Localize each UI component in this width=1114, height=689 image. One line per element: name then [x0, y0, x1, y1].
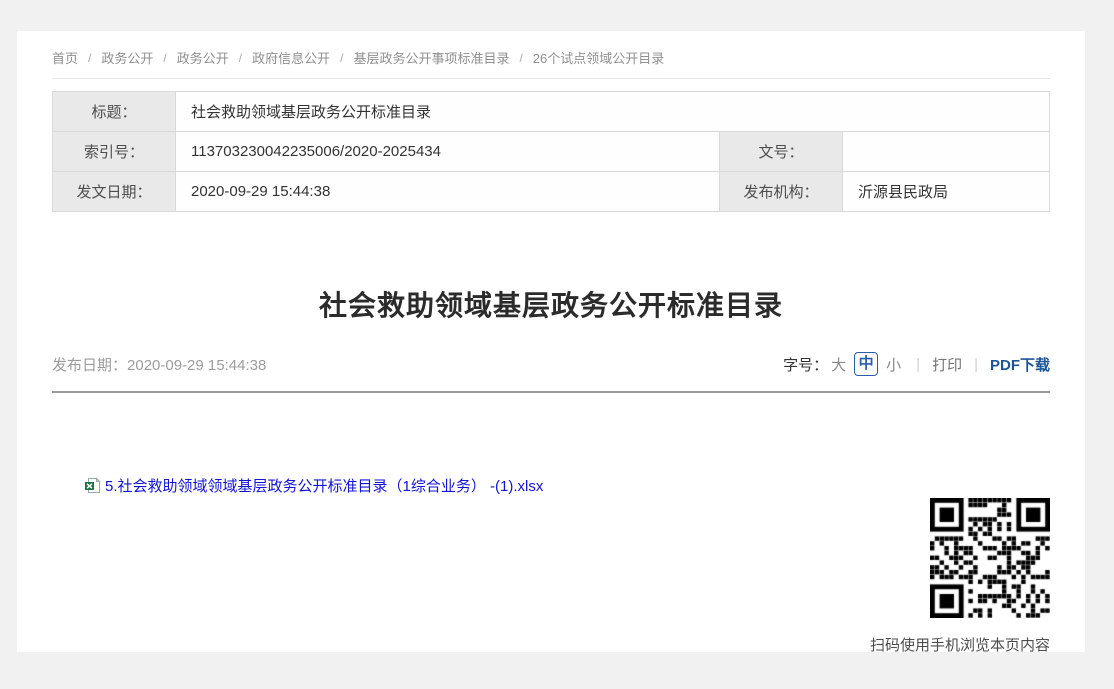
- breadcrumb-separator: /: [340, 51, 343, 65]
- print-button[interactable]: 打印: [932, 354, 962, 375]
- content-divider: [52, 391, 1050, 393]
- article-toolbar: 字号： 大 中 小 | 打印 | PDF下载: [783, 352, 1050, 376]
- page-title: 社会救助领域基层政务公开标准目录: [52, 284, 1050, 324]
- table-row: 发文日期： 2020-09-29 15:44:38 发布机构： 沂源县民政局: [53, 172, 1050, 212]
- toolbar-separator: |: [916, 356, 920, 373]
- breadcrumb-item-home[interactable]: 首页: [52, 48, 78, 67]
- font-size-small-button[interactable]: 小: [886, 354, 901, 375]
- font-size-label: 字号：: [783, 354, 828, 375]
- doc-number-value: [843, 132, 1050, 172]
- toolbar-separator: |: [974, 356, 978, 373]
- attachment-filename[interactable]: 5.社会救助领域领域基层政务公开标准目录（1综合业务） -(1).xlsx: [105, 475, 543, 496]
- breadcrumb: 首页 / 政务公开 / 政务公开 / 政府信息公开 / 基层政务公开事项标准目录…: [52, 31, 1050, 67]
- pdf-download-button[interactable]: PDF下载: [990, 354, 1050, 375]
- font-size-large-button[interactable]: 大: [831, 354, 846, 375]
- excel-file-icon[interactable]: [84, 477, 101, 494]
- article-meta-row: 发布日期：2020-09-29 15:44:38 字号： 大 中 小 | 打印 …: [52, 352, 1050, 376]
- index-number-value: 113703230042235006/2020-2025434: [176, 132, 720, 172]
- doc-number-label: 文号：: [720, 132, 843, 172]
- issue-date-label: 发文日期：: [53, 172, 176, 212]
- breadcrumb-divider: [52, 78, 1050, 79]
- publisher-label: 发布机构：: [720, 172, 843, 212]
- breadcrumb-item-pilot-catalog[interactable]: 26个试点领域公开目录: [533, 48, 664, 67]
- breadcrumb-item-zwgk-2[interactable]: 政务公开: [177, 48, 229, 67]
- breadcrumb-separator: /: [163, 51, 166, 65]
- qr-code: [930, 498, 1050, 618]
- title-value: 社会救助领域基层政务公开标准目录: [176, 92, 1050, 132]
- table-row: 索引号： 113703230042235006/2020-2025434 文号：: [53, 132, 1050, 172]
- breadcrumb-separator: /: [239, 51, 242, 65]
- breadcrumb-separator: /: [519, 51, 522, 65]
- publish-date-label: 发布日期：: [52, 357, 127, 374]
- breadcrumb-item-gov-info[interactable]: 政府信息公开: [252, 48, 330, 67]
- issue-date-value: 2020-09-29 15:44:38: [176, 172, 720, 212]
- qr-caption: 扫码使用手机浏览本页内容: [870, 634, 1050, 655]
- breadcrumb-item-zwgk-1[interactable]: 政务公开: [101, 48, 153, 67]
- document-meta-table: 标题： 社会救助领域基层政务公开标准目录 索引号： 11370323004223…: [52, 91, 1050, 212]
- publish-date: 发布日期：2020-09-29 15:44:38: [52, 354, 266, 375]
- breadcrumb-separator: /: [88, 51, 91, 65]
- publisher-value: 沂源县民政局: [843, 172, 1050, 212]
- breadcrumb-item-standard-catalog[interactable]: 基层政务公开事项标准目录: [353, 48, 509, 67]
- publish-date-value: 2020-09-29 15:44:38: [127, 357, 266, 374]
- attachment-row: 5.社会救助领域领域基层政务公开标准目录（1综合业务） -(1).xlsx: [84, 475, 1050, 496]
- index-number-label: 索引号：: [53, 132, 176, 172]
- attachment-link[interactable]: 5.社会救助领域领域基层政务公开标准目录（1综合业务） -(1).xlsx: [84, 475, 543, 496]
- table-row: 标题： 社会救助领域基层政务公开标准目录: [53, 92, 1050, 132]
- title-label: 标题：: [53, 92, 176, 132]
- font-size-medium-button[interactable]: 中: [854, 352, 878, 376]
- content-card: 首页 / 政务公开 / 政务公开 / 政府信息公开 / 基层政务公开事项标准目录…: [17, 31, 1085, 652]
- qr-section: 扫码使用手机浏览本页内容: [52, 498, 1050, 655]
